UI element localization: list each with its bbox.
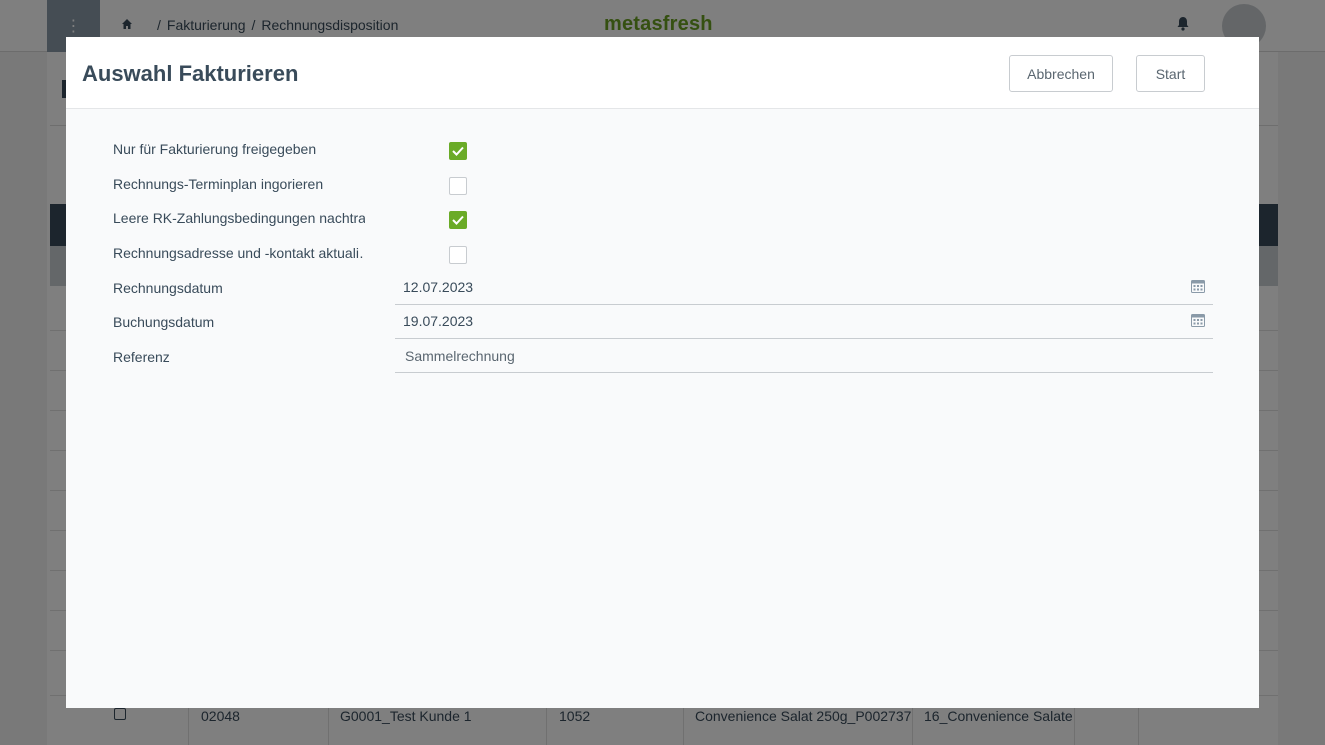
posting-date-value: 19.07.2023 (403, 313, 474, 329)
field-label: Nur für Fakturierung freigegeben (113, 141, 317, 157)
invoice-date-input[interactable]: 12.07.2023 (395, 271, 1213, 305)
empty-payment-terms-checkbox[interactable] (449, 211, 467, 229)
field-label: Rechnungs-Terminplan ingorieren (113, 176, 324, 192)
reference-text-input[interactable] (395, 339, 1213, 372)
update-address-checkbox[interactable] (449, 246, 467, 264)
posting-date-input[interactable]: 19.07.2023 (395, 305, 1213, 339)
field-label: Referenz (113, 349, 170, 365)
modal-title: Auswahl Fakturieren (82, 61, 299, 86)
calendar-icon[interactable] (1191, 279, 1205, 293)
start-button[interactable]: Start (1136, 55, 1205, 92)
check-icon (452, 146, 464, 156)
only-released-checkbox[interactable] (449, 142, 467, 160)
calendar-icon[interactable] (1191, 313, 1205, 327)
check-icon (452, 215, 464, 225)
field-label: Rechnungsadresse und -kontakt aktuali… (113, 245, 365, 261)
ignore-schedule-checkbox[interactable] (449, 177, 467, 195)
field-label: Rechnungsdatum (113, 280, 223, 296)
cancel-button[interactable]: Abbrechen (1009, 55, 1113, 92)
process-modal: Auswahl Fakturieren Abbrechen Start Nur … (66, 37, 1259, 708)
field-label: Buchungsdatum (113, 314, 215, 330)
reference-input[interactable] (395, 339, 1213, 373)
modal-header: Auswahl Fakturieren Abbrechen Start (66, 37, 1259, 109)
invoice-date-value: 12.07.2023 (403, 279, 474, 295)
field-label: Leere RK-Zahlungsbedingungen nachtra… (113, 210, 365, 226)
